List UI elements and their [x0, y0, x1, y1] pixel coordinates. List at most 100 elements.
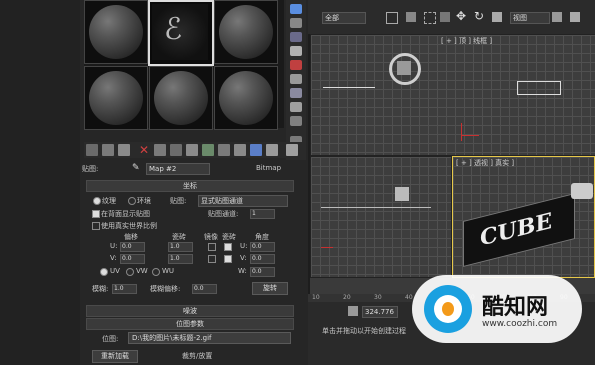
box-object-right[interactable]: [517, 81, 561, 95]
rotate-icon[interactable]: ↻: [474, 9, 484, 23]
material-id-icon[interactable]: [202, 144, 214, 156]
bitmap-params-rollout-header[interactable]: 位图参数: [86, 318, 294, 330]
wu-label: WU: [162, 267, 175, 275]
u-tiling-spinner[interactable]: 1.0: [168, 242, 193, 252]
map-channel-label: 贴图通道:: [208, 210, 239, 218]
v-offset-spinner[interactable]: 0.0: [120, 254, 145, 264]
material-sample-slots: ℰ: [84, 0, 284, 130]
x-coord-field[interactable]: 324.776: [362, 306, 398, 318]
y-axis-red: [461, 123, 462, 141]
selection-filter-dropdown[interactable]: 全部: [322, 12, 366, 24]
u-angle-label: U:: [240, 242, 248, 250]
select-by-material-icon[interactable]: [290, 102, 302, 112]
map-type-button[interactable]: Bitmap: [256, 164, 281, 172]
material-slot-6[interactable]: [214, 66, 278, 130]
material-slot-4[interactable]: [84, 66, 148, 130]
make-preview-icon[interactable]: [290, 74, 302, 84]
copy-material-icon[interactable]: [154, 144, 166, 156]
blur-offset-spinner[interactable]: 0.0: [192, 284, 217, 294]
box-object-top[interactable]: [397, 61, 411, 75]
coordinates-rollout-header[interactable]: 坐标: [86, 180, 294, 192]
uv-tiling-icon[interactable]: [290, 46, 302, 56]
background-icon[interactable]: [290, 32, 302, 42]
material-slot-1[interactable]: [84, 0, 148, 64]
select-manipulate-icon[interactable]: [570, 12, 580, 22]
u-offset-spinner[interactable]: 0.0: [120, 242, 145, 252]
box-object-left[interactable]: [395, 187, 409, 201]
wu-radio[interactable]: [152, 268, 160, 276]
material-slot-selected[interactable]: ℰ: [148, 0, 214, 66]
rotate-button[interactable]: 旋转: [252, 282, 288, 295]
u-mirror-checkbox[interactable]: [208, 243, 216, 251]
mirror-header: 镜像: [204, 233, 218, 241]
lock-icon[interactable]: [348, 306, 358, 316]
mapping-dropdown[interactable]: 显式贴图通道: [198, 195, 288, 207]
show-map-on-back-checkbox[interactable]: [92, 210, 100, 218]
view-cube[interactable]: [571, 183, 593, 199]
blur-spinner[interactable]: 1.0: [112, 284, 137, 294]
time-tick-label: 10: [312, 294, 320, 301]
box-texture-text: CUBE: [480, 207, 553, 252]
v-tiling-spinner[interactable]: 1.0: [168, 254, 193, 264]
vw-radio[interactable]: [126, 268, 134, 276]
window-crossing-icon[interactable]: [440, 12, 450, 22]
show-map-icon[interactable]: [218, 144, 230, 156]
v-angle-spinner[interactable]: 0.0: [250, 254, 275, 264]
material-slot-3[interactable]: [214, 0, 278, 64]
perspective-viewport-label: [ + ] 透视 ] 真实 ]: [456, 159, 515, 167]
u-angle-spinner[interactable]: 0.0: [250, 242, 275, 252]
scale-icon[interactable]: [492, 12, 502, 22]
select-by-name-icon[interactable]: [406, 12, 416, 22]
material-slot-5[interactable]: [149, 66, 213, 130]
environment-radio[interactable]: [128, 197, 136, 205]
viewport-area: [ + ] 顶 ] 线框 ] [ + ] 透视 ] 真实 ] CUBE: [310, 34, 595, 294]
sample-type-icon[interactable]: [290, 4, 302, 14]
noise-rollout-header[interactable]: 噪波: [86, 305, 294, 317]
go-to-parent-icon[interactable]: [250, 144, 262, 156]
put-to-library-icon[interactable]: [186, 144, 198, 156]
rect-selection-icon[interactable]: [424, 12, 436, 24]
get-material-icon[interactable]: [86, 144, 98, 156]
backlight-icon[interactable]: [290, 18, 302, 28]
texture-label: 纹理: [102, 197, 116, 205]
material-navigator-icon[interactable]: [290, 116, 302, 126]
texture-radio[interactable]: [93, 197, 101, 205]
options-icon[interactable]: [290, 88, 302, 98]
mapping-label: 贴图:: [170, 197, 187, 205]
pick-material-icon[interactable]: [286, 144, 298, 156]
v-mirror-checkbox[interactable]: [208, 255, 216, 263]
video-color-check-icon[interactable]: [290, 60, 302, 70]
u-label: U:: [110, 242, 118, 250]
uv-label: UV: [110, 267, 120, 275]
perspective-viewport[interactable]: [ + ] 透视 ] 真实 ] CUBE: [452, 156, 595, 278]
u-tile-checkbox[interactable]: [224, 243, 232, 251]
go-forward-sibling-icon[interactable]: [266, 144, 278, 156]
bitmap-path-button[interactable]: D:\我的图片\未标题-2.gif: [128, 332, 291, 344]
put-to-scene-icon[interactable]: [102, 144, 114, 156]
map-name-field[interactable]: Map #2: [146, 163, 210, 175]
environment-label: 环境: [137, 197, 151, 205]
v-tile-checkbox[interactable]: [224, 255, 232, 263]
sample-sphere: [89, 5, 143, 59]
reset-icon[interactable]: ✕: [138, 144, 150, 156]
reference-coord-dropdown[interactable]: 视图: [510, 12, 550, 24]
pivot-icon[interactable]: [552, 12, 562, 22]
w-angle-spinner[interactable]: 0.0: [250, 267, 275, 277]
left-viewport[interactable]: [310, 156, 452, 278]
left-dark-margin: [0, 0, 80, 365]
angle-header: 角度: [255, 233, 269, 241]
make-unique-icon[interactable]: [170, 144, 182, 156]
watermark-url: www.coozhi.com: [482, 319, 558, 329]
v-label: V:: [110, 254, 117, 262]
show-end-result-icon[interactable]: [234, 144, 246, 156]
textured-box-object[interactable]: CUBE: [463, 193, 575, 267]
reload-button[interactable]: 重新加载: [92, 350, 138, 363]
map-channel-spinner[interactable]: 1: [250, 209, 275, 219]
uv-radio[interactable]: [100, 268, 108, 276]
real-world-scale-checkbox[interactable]: [92, 222, 100, 230]
select-object-icon[interactable]: [386, 12, 398, 24]
top-viewport[interactable]: [ + ] 顶 ] 线框 ]: [310, 34, 595, 156]
assign-to-selection-icon[interactable]: [118, 144, 130, 156]
eyedropper-icon[interactable]: ✎: [132, 163, 140, 173]
move-icon[interactable]: ✥: [456, 9, 466, 23]
